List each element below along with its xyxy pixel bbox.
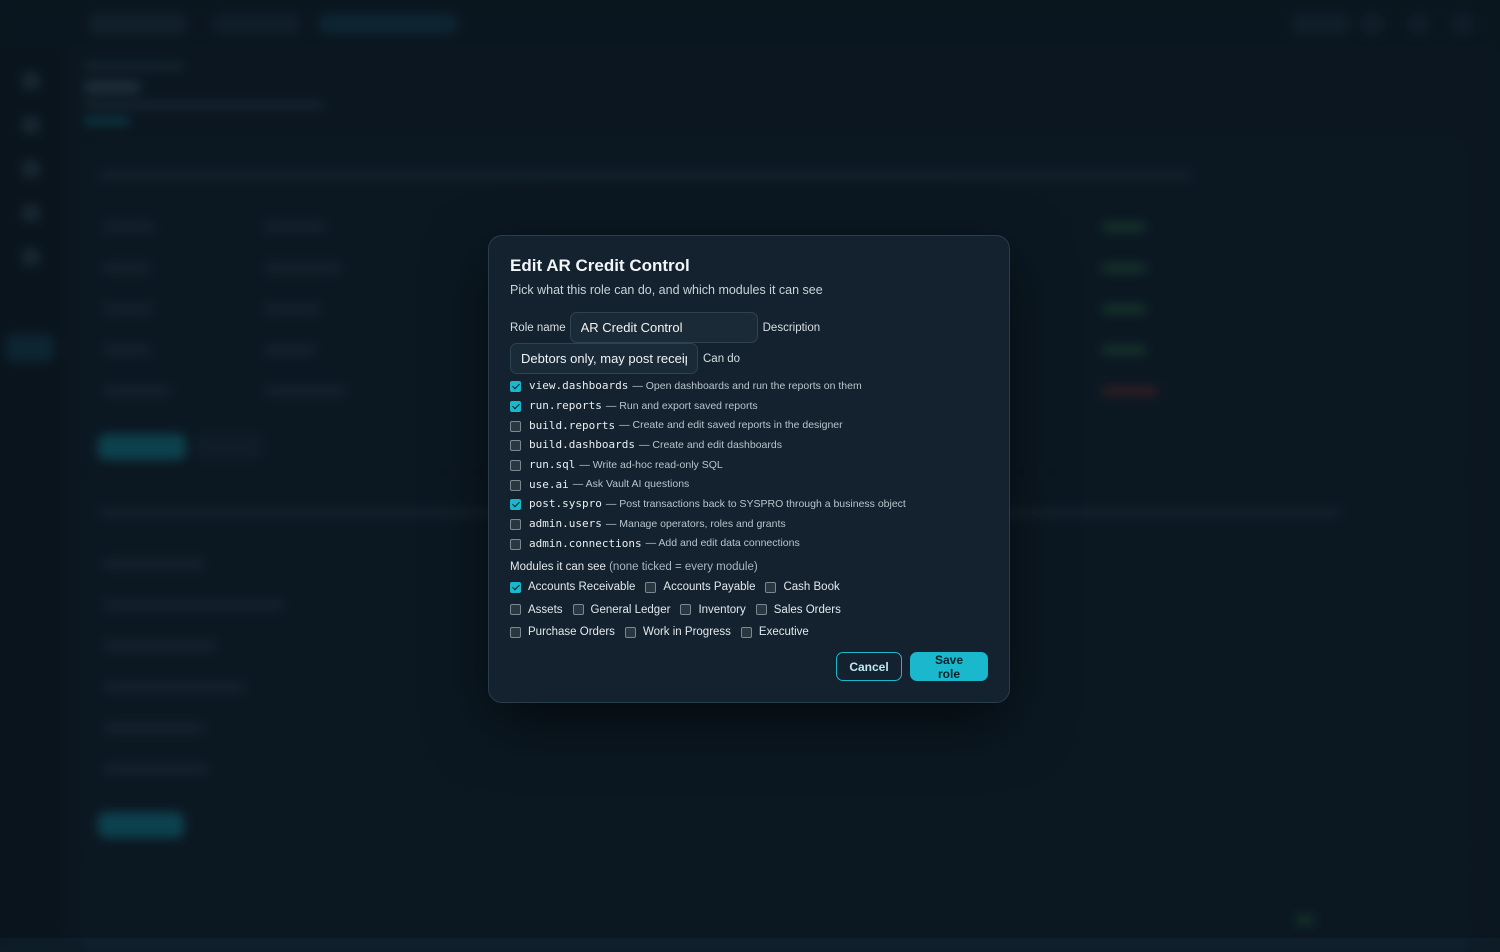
permission-item[interactable]: use.ai — Ask Vault AI questions: [510, 474, 988, 494]
permission-checkbox[interactable]: [510, 420, 521, 432]
role-name-input[interactable]: [569, 312, 758, 343]
module-label: Executive: [758, 626, 809, 639]
description-row: Can do: [510, 343, 988, 374]
edit-role-dialog: Edit AR Credit Control Pick what this ro…: [488, 235, 1010, 703]
modules-label: Modules it can see: [510, 561, 606, 574]
description-input[interactable]: [510, 343, 698, 374]
permission-description: — Ask Vault AI questions: [572, 478, 690, 491]
module-item[interactable]: Executive: [740, 621, 809, 644]
permission-description: — Manage operators, roles and grants: [605, 517, 786, 530]
permission-code: admin.users: [529, 517, 602, 531]
permission-code: run.sql: [529, 458, 576, 472]
permission-item[interactable]: build.reports — Create and edit saved rep…: [510, 415, 988, 435]
permission-description: — Post transactions back to SYSPRO throu…: [605, 497, 906, 510]
permission-code: build.reports: [529, 418, 616, 432]
module-checkbox[interactable]: [680, 604, 692, 616]
module-label: Accounts Receivable: [528, 581, 636, 594]
permission-item[interactable]: run.reports — Run and export saved report…: [510, 396, 988, 416]
module-checkbox[interactable]: [755, 604, 767, 616]
module-item[interactable]: Inventory: [680, 599, 746, 622]
description-label: Description: [762, 321, 821, 334]
module-item[interactable]: Cash Book: [765, 576, 840, 599]
permission-code: use.ai: [529, 477, 569, 491]
module-checkbox[interactable]: [510, 604, 521, 616]
module-list: Accounts Receivable Accounts Payable Cash …: [510, 576, 910, 644]
permission-checkbox[interactable]: [510, 499, 521, 511]
module-label: Accounts Payable: [663, 581, 756, 594]
module-item[interactable]: Accounts Receivable: [510, 576, 635, 599]
module-checkbox[interactable]: [765, 581, 777, 593]
permission-checkbox[interactable]: [510, 381, 521, 393]
module-label: Cash Book: [783, 581, 840, 594]
module-item[interactable]: Assets: [510, 599, 563, 622]
module-checkbox[interactable]: [510, 581, 521, 593]
permission-checkbox[interactable]: [510, 401, 521, 413]
module-label: Sales Orders: [773, 603, 841, 616]
module-checkbox[interactable]: [740, 626, 752, 638]
permission-code: admin.connections: [529, 536, 642, 550]
module-item[interactable]: General Ledger: [572, 599, 671, 622]
permission-checkbox[interactable]: [510, 479, 521, 491]
permission-list: view.dashboards — Open dashboards and run…: [510, 376, 988, 553]
permission-code: post.syspro: [529, 497, 602, 511]
module-item[interactable]: Sales Orders: [755, 599, 841, 622]
role-form-row: Role name Description: [510, 312, 988, 343]
role-name-label: Role name: [510, 321, 566, 334]
permission-checkbox[interactable]: [510, 519, 521, 531]
permission-item[interactable]: view.dashboards — Open dashboards and run…: [510, 376, 988, 396]
permission-description: — Create and edit dashboards: [638, 438, 782, 451]
save-role-button[interactable]: Save role: [910, 652, 988, 681]
module-label: Purchase Orders: [528, 626, 615, 639]
cancel-button[interactable]: Cancel: [836, 652, 902, 681]
module-checkbox[interactable]: [572, 604, 584, 616]
permission-description: — Create and edit saved reports in the d…: [619, 419, 843, 432]
permission-description: — Write ad-hoc read-only SQL: [579, 458, 723, 471]
permission-code: run.reports: [529, 399, 602, 413]
permission-item[interactable]: admin.users — Manage operators, roles and…: [510, 514, 988, 534]
dialog-title: Edit AR Credit Control: [510, 256, 690, 275]
permission-item[interactable]: admin.connections — Add and edit data con…: [510, 534, 988, 554]
module-checkbox[interactable]: [510, 626, 521, 638]
module-label: Work in Progress: [642, 626, 731, 639]
modules-heading: Modules it can see (none ticked = every …: [510, 561, 988, 573]
module-label: Inventory: [698, 603, 746, 616]
module-label: General Ledger: [590, 603, 671, 616]
permission-description: — Run and export saved reports: [605, 399, 758, 412]
can-do-label: Can do: [703, 352, 741, 365]
module-item[interactable]: Work in Progress: [624, 621, 731, 644]
module-checkbox[interactable]: [624, 626, 636, 638]
permission-code: build.dashboards: [529, 438, 635, 452]
permission-description: — Add and edit data connections: [645, 537, 800, 550]
permission-item[interactable]: build.dashboards — Create and edit dashbo…: [510, 435, 988, 455]
permission-checkbox[interactable]: [510, 440, 521, 452]
dialog-subtitle: Pick what this role can do, and which mo…: [510, 283, 823, 297]
module-item[interactable]: Accounts Payable: [645, 576, 755, 599]
permission-checkbox[interactable]: [510, 538, 521, 550]
module-label: Assets: [528, 603, 563, 616]
permission-code: view.dashboards: [529, 379, 629, 393]
permission-description: — Open dashboards and run the reports on…: [632, 379, 862, 392]
module-item[interactable]: Purchase Orders: [510, 621, 615, 644]
permission-checkbox[interactable]: [510, 460, 521, 472]
permission-item[interactable]: run.sql — Write ad-hoc read-only SQL: [510, 455, 988, 475]
dialog-actions: Cancel Save role: [836, 652, 988, 681]
permission-item[interactable]: post.syspro — Post transactions back to S…: [510, 494, 988, 514]
modules-hint: (none ticked = every module): [609, 561, 758, 574]
module-checkbox[interactable]: [645, 581, 657, 593]
